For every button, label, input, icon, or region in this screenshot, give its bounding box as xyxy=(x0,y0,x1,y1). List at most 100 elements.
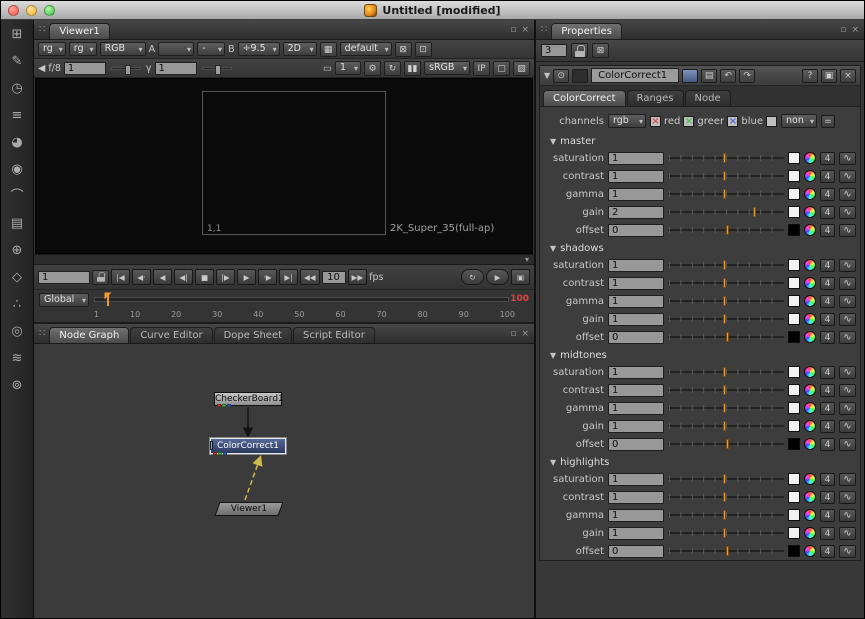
midtones-gain-slider[interactable] xyxy=(668,420,784,432)
display-channels-dropdown[interactable]: RGB xyxy=(100,42,146,56)
slider-handle[interactable] xyxy=(723,510,726,520)
master-offset-channels-button[interactable]: 4 xyxy=(820,224,835,237)
shadows-gain-channels-button[interactable]: 4 xyxy=(820,313,835,326)
chevron-down-icon[interactable]: ▾ xyxy=(525,255,529,264)
master-saturation-input[interactable]: 1 xyxy=(608,152,664,165)
master-saturation-animation-button[interactable]: ∿ xyxy=(839,152,856,165)
highlights-offset-channels-button[interactable]: 4 xyxy=(820,545,835,558)
channel-red-checkbox[interactable]: × xyxy=(650,116,661,127)
goto-start-button[interactable]: |◀ xyxy=(111,269,130,285)
redo-button[interactable]: ↷ xyxy=(739,69,755,83)
master-contrast-input[interactable]: 1 xyxy=(608,170,664,183)
toolbar-channel-icon[interactable]: ≡ xyxy=(5,107,29,125)
node-swatch-button[interactable] xyxy=(572,69,588,83)
midtones-gamma-color-swatch[interactable] xyxy=(788,402,800,414)
slider-handle[interactable] xyxy=(723,474,726,484)
node-name-field[interactable]: ColorCorrect1 xyxy=(591,68,679,83)
gear-icon[interactable]: ⚙ xyxy=(364,61,381,76)
slider-handle[interactable] xyxy=(726,332,729,342)
midtones-contrast-colorwheel-button[interactable] xyxy=(804,384,816,396)
highlights-saturation-color-swatch[interactable] xyxy=(788,473,800,485)
slider-handle[interactable] xyxy=(723,296,726,306)
node-checkerboard1[interactable]: CheckerBoard1 xyxy=(214,392,282,406)
toolbar-other-icon[interactable]: ⊚ xyxy=(5,377,29,395)
timeline-track[interactable]: 100 1102030405060708090100 xyxy=(94,293,529,320)
master-saturation-color-swatch[interactable] xyxy=(788,152,800,164)
skip-back-button[interactable]: ◀◀ xyxy=(300,269,320,285)
highlights-gain-color-swatch[interactable] xyxy=(788,527,800,539)
channel-alpha-checkbox[interactable] xyxy=(766,116,777,127)
toolbar-image-icon[interactable]: ⊞ xyxy=(5,26,29,44)
tab-curve-editor[interactable]: Curve Editor xyxy=(130,327,212,343)
toolbar-3d-icon[interactable]: ◇ xyxy=(5,269,29,287)
master-gain-channels-button[interactable]: 4 xyxy=(820,206,835,219)
master-saturation-channels-button[interactable]: 4 xyxy=(820,152,835,165)
midtones-offset-channels-button[interactable]: 4 xyxy=(820,438,835,451)
gamma-label[interactable]: γ xyxy=(146,63,152,74)
zoom-in-icon[interactable]: ⊠ xyxy=(395,42,412,57)
toolbar-filter-icon[interactable]: ◉ xyxy=(5,161,29,179)
master-offset-slider[interactable] xyxy=(668,224,784,236)
highlights-gain-slider[interactable] xyxy=(668,527,784,539)
close-panel-button[interactable]: × xyxy=(840,69,856,83)
pane-grip-icon[interactable]: ∷ xyxy=(36,24,48,35)
slider-handle[interactable] xyxy=(723,528,726,538)
highlights-contrast-channels-button[interactable]: 4 xyxy=(820,491,835,504)
highlights-offset-slider[interactable] xyxy=(668,545,784,557)
slider-handle[interactable] xyxy=(753,207,756,217)
close-all-panels-button[interactable]: ⊠ xyxy=(592,43,609,58)
tab-node[interactable]: Node xyxy=(685,90,731,106)
midtones-contrast-animation-button[interactable]: ∿ xyxy=(839,384,856,397)
tab-ranges[interactable]: Ranges xyxy=(627,90,684,106)
highlights-gamma-slider[interactable] xyxy=(668,509,784,521)
slider-handle[interactable] xyxy=(723,260,726,270)
midtones-gamma-channels-button[interactable]: 4 xyxy=(820,402,835,415)
pane-grip-icon[interactable]: ∷ xyxy=(36,328,48,339)
midtones-group-header[interactable]: ▼midtones xyxy=(540,346,860,363)
midtones-offset-animation-button[interactable]: ∿ xyxy=(839,438,856,451)
midtones-saturation-color-swatch[interactable] xyxy=(788,366,800,378)
prev-keyframe-button[interactable]: ◀· xyxy=(132,269,151,285)
midtones-gamma-animation-button[interactable]: ∿ xyxy=(839,402,856,415)
tab-dope-sheet[interactable]: Dope Sheet xyxy=(214,327,292,343)
slider-handle[interactable] xyxy=(726,225,729,235)
flipbook-button[interactable]: ▣ xyxy=(511,269,530,285)
midtones-saturation-colorwheel-button[interactable] xyxy=(804,366,816,378)
pane-menu-icon[interactable]: ▫ xyxy=(510,329,516,339)
shadows-offset-input[interactable]: 0 xyxy=(608,331,664,344)
pane-menu-icon[interactable]: ▫ xyxy=(840,25,846,35)
shadows-saturation-input[interactable]: 1 xyxy=(608,259,664,272)
master-offset-input[interactable]: 0 xyxy=(608,224,664,237)
master-offset-color-swatch[interactable] xyxy=(788,224,800,236)
master-contrast-color-swatch[interactable] xyxy=(788,170,800,182)
slider-handle[interactable] xyxy=(723,153,726,163)
midtones-contrast-slider[interactable] xyxy=(668,384,784,396)
highlights-gain-channels-button[interactable]: 4 xyxy=(820,527,835,540)
loop-mode-button[interactable]: ↻ xyxy=(461,269,484,285)
next-keyframe-button[interactable]: ·▶ xyxy=(258,269,277,285)
master-gain-colorwheel-button[interactable] xyxy=(804,206,816,218)
timeline-groove[interactable] xyxy=(94,297,509,302)
step-forward-button[interactable]: |▶ xyxy=(216,269,235,285)
midtones-gain-channels-button[interactable]: 4 xyxy=(820,420,835,433)
slider-handle[interactable] xyxy=(723,278,726,288)
shadows-gamma-input[interactable]: 1 xyxy=(608,295,664,308)
aperture-label[interactable]: f/8 xyxy=(48,63,61,74)
downrez-dropdown[interactable]: 1 xyxy=(335,61,361,75)
tab-properties[interactable]: Properties xyxy=(551,23,622,39)
midtones-contrast-channels-button[interactable]: 4 xyxy=(820,384,835,397)
pane-close-icon[interactable]: × xyxy=(521,329,529,339)
highlights-offset-animation-button[interactable]: ∿ xyxy=(839,545,856,558)
highlights-offset-colorwheel-button[interactable] xyxy=(804,545,816,557)
master-gain-input[interactable]: 2 xyxy=(608,206,664,219)
input-process-toggle[interactable]: IP xyxy=(473,61,490,76)
toolbar-deep-icon[interactable]: ≋ xyxy=(5,350,29,368)
stripes-icon[interactable]: ▨ xyxy=(513,61,530,76)
viewer-gamma-slider[interactable] xyxy=(202,67,232,70)
midtones-saturation-slider[interactable] xyxy=(668,366,784,378)
highlights-gamma-channels-button[interactable]: 4 xyxy=(820,509,835,522)
shadows-gamma-animation-button[interactable]: ∿ xyxy=(839,295,856,308)
midtones-gain-colorwheel-button[interactable] xyxy=(804,420,816,432)
midtones-saturation-input[interactable]: 1 xyxy=(608,366,664,379)
channels-equals-button[interactable]: = xyxy=(821,115,835,128)
